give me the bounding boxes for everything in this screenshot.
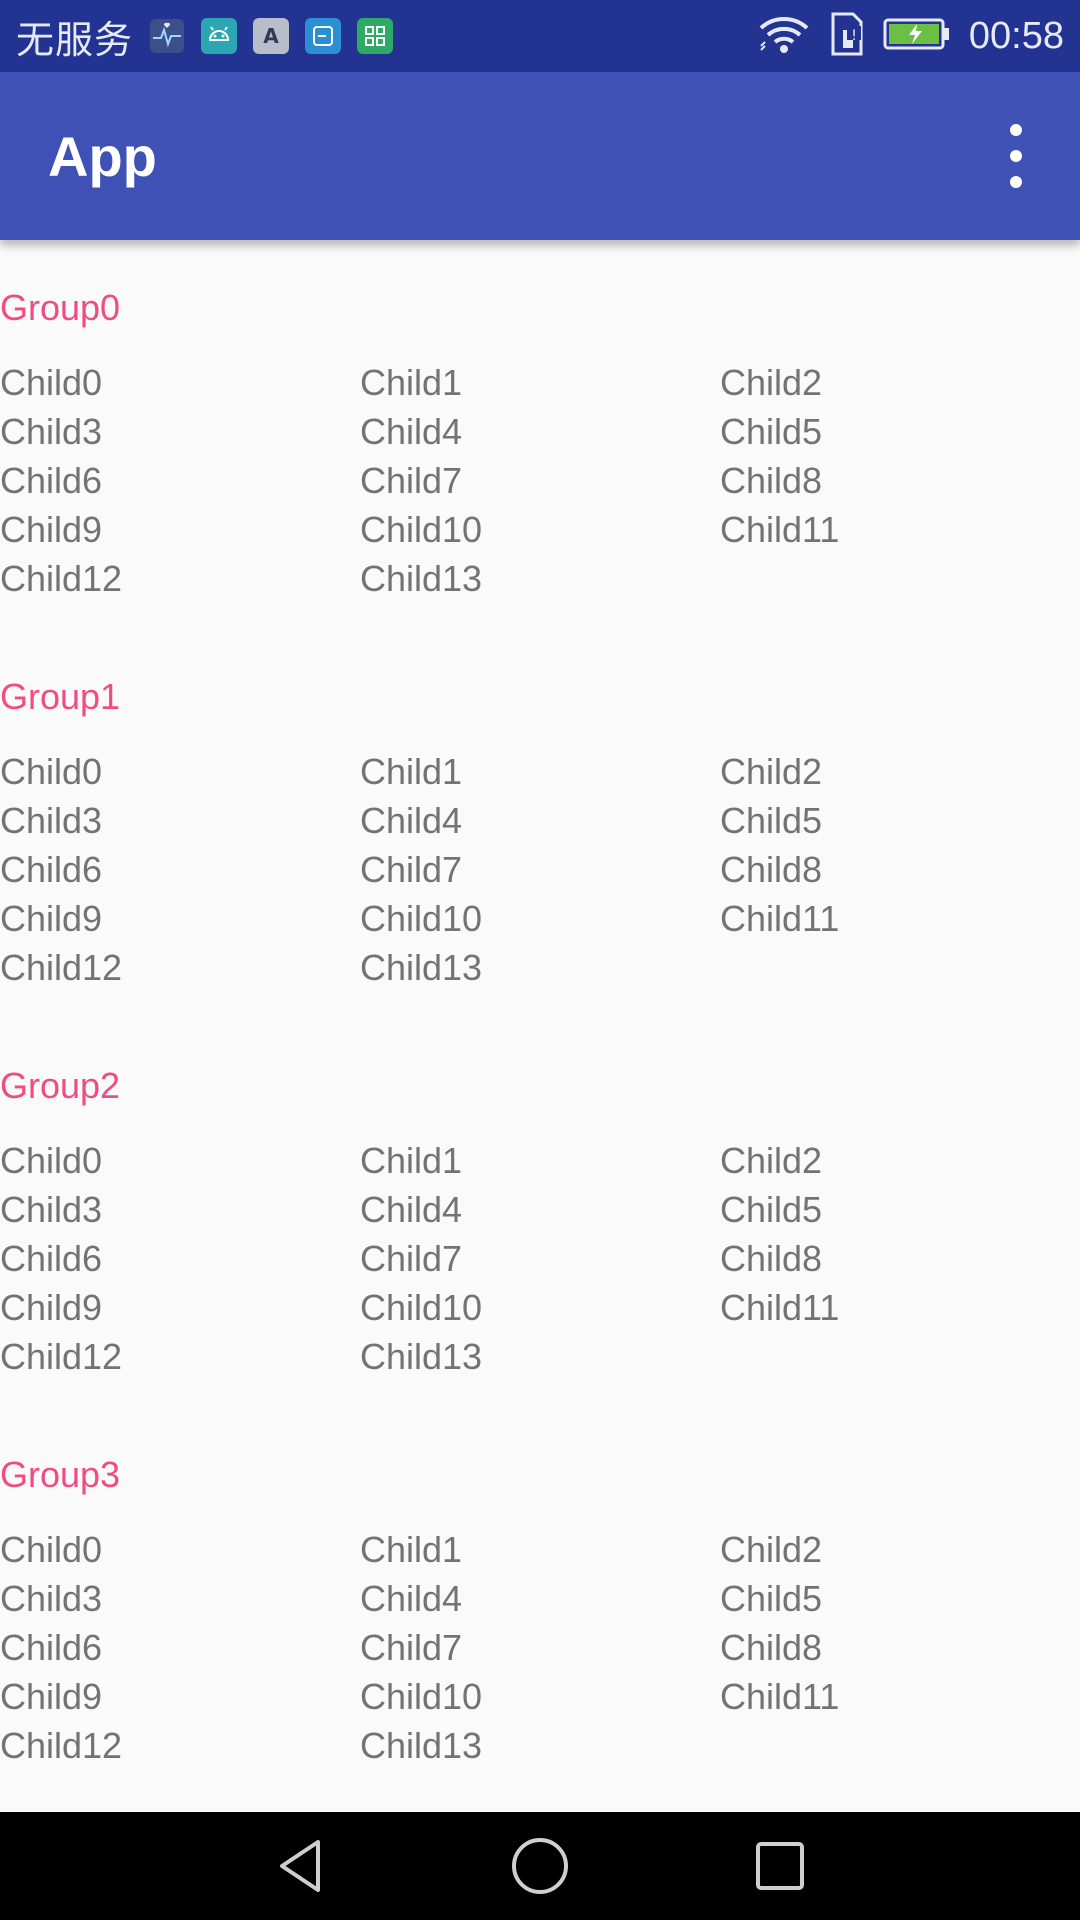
- child-item[interactable]: Child8: [720, 456, 1080, 505]
- list-group: Group3 Child0 Child1 Child2 Child3 Child4 Chil…: [0, 1425, 1080, 1798]
- status-bar: 无服务 A ! 00:58: [0, 0, 1080, 72]
- child-item[interactable]: Child6: [0, 456, 360, 505]
- child-item[interactable]: Child9: [0, 1283, 360, 1332]
- status-left: 无服务 A: [16, 0, 394, 72]
- child-item[interactable]: Child11: [720, 505, 1080, 554]
- child-item[interactable]: Child8: [720, 1623, 1080, 1672]
- child-item[interactable]: Child6: [0, 845, 360, 894]
- child-item[interactable]: Child12: [0, 1332, 360, 1381]
- app-bar: App: [0, 72, 1080, 240]
- child-item[interactable]: Child1: [360, 358, 720, 407]
- child-item[interactable]: Child3: [0, 796, 360, 845]
- list-group: Group0 Child0 Child1 Child2 Child3 Child4 Chil…: [0, 258, 1080, 631]
- child-item[interactable]: Child13: [360, 1332, 720, 1381]
- child-item[interactable]: Child4: [360, 407, 720, 456]
- child-item[interactable]: Child1: [360, 1136, 720, 1185]
- health-icon: [149, 18, 185, 54]
- child-item[interactable]: Child7: [360, 845, 720, 894]
- child-item[interactable]: Child13: [360, 1721, 720, 1770]
- child-item[interactable]: Child0: [0, 747, 360, 796]
- child-item[interactable]: Child4: [360, 796, 720, 845]
- child-item[interactable]: Child12: [0, 554, 360, 603]
- child-item[interactable]: Child1: [360, 747, 720, 796]
- child-item[interactable]: Child2: [720, 747, 1080, 796]
- child-grid: Child0 Child1 Child2 Child3 Child4 Child5 Chil…: [0, 358, 1080, 631]
- child-item[interactable]: Child4: [360, 1574, 720, 1623]
- child-item[interactable]: Child6: [0, 1234, 360, 1283]
- child-item[interactable]: Child9: [0, 1672, 360, 1721]
- child-item[interactable]: Child8: [720, 845, 1080, 894]
- child-item[interactable]: Child10: [360, 1672, 720, 1721]
- child-item[interactable]: Child0: [0, 1525, 360, 1574]
- child-item[interactable]: Child5: [720, 1574, 1080, 1623]
- child-item[interactable]: Child12: [0, 943, 360, 992]
- grid-icon: [357, 18, 394, 54]
- group-header[interactable]: Group0: [0, 258, 1080, 358]
- status-right: ! 00:58: [757, 0, 1064, 72]
- child-item[interactable]: Child7: [360, 456, 720, 505]
- back-icon[interactable]: [180, 1812, 420, 1920]
- recents-icon[interactable]: [660, 1812, 900, 1920]
- app-title: App: [48, 124, 157, 188]
- group-header[interactable]: Group1: [0, 647, 1080, 747]
- child-item[interactable]: Child3: [0, 1574, 360, 1623]
- child-item[interactable]: Child10: [360, 1283, 720, 1332]
- expandable-list[interactable]: Group0 Child0 Child1 Child2 Child3 Child4 Chil…: [0, 240, 1080, 1812]
- child-item[interactable]: Child3: [0, 407, 360, 456]
- wifi-icon: [757, 14, 811, 58]
- child-item[interactable]: Child13: [360, 554, 720, 603]
- overflow-menu-icon[interactable]: [992, 124, 1040, 188]
- svg-text:!: !: [851, 28, 857, 44]
- list-group: Group1 Child0 Child1 Child2 Child3 Child4 Chil…: [0, 647, 1080, 1020]
- child-item[interactable]: Child10: [360, 505, 720, 554]
- child-item[interactable]: Child0: [0, 1136, 360, 1185]
- battery-charging-icon: [883, 16, 951, 56]
- child-item[interactable]: Child11: [720, 1672, 1080, 1721]
- child-item[interactable]: Child11: [720, 894, 1080, 943]
- child-item[interactable]: Child2: [720, 1525, 1080, 1574]
- child-grid: Child0 Child1 Child2 Child3 Child4 Child5 Chil…: [0, 747, 1080, 1020]
- child-item[interactable]: Child9: [0, 894, 360, 943]
- font-icon: A: [253, 18, 290, 54]
- carrier-label: 无服务: [16, 17, 134, 62]
- child-grid: Child0 Child1 Child2 Child3 Child4 Child5 Chil…: [0, 1136, 1080, 1409]
- child-item[interactable]: Child3: [0, 1185, 360, 1234]
- group-header[interactable]: Group2: [0, 1036, 1080, 1136]
- home-icon[interactable]: [420, 1812, 660, 1920]
- child-item[interactable]: Child2: [720, 358, 1080, 407]
- group-header[interactable]: Group3: [0, 1425, 1080, 1525]
- child-item[interactable]: Child7: [360, 1623, 720, 1672]
- child-item[interactable]: Child2: [720, 1136, 1080, 1185]
- child-item[interactable]: Child4: [360, 1185, 720, 1234]
- child-item[interactable]: Child12: [0, 1721, 360, 1770]
- child-item[interactable]: Child7: [360, 1234, 720, 1283]
- child-item[interactable]: Child11: [720, 1283, 1080, 1332]
- list-group: Group2 Child0 Child1 Child2 Child3 Child4 Chil…: [0, 1036, 1080, 1409]
- child-item[interactable]: Child0: [0, 358, 360, 407]
- child-item[interactable]: Child9: [0, 505, 360, 554]
- child-item[interactable]: Child5: [720, 796, 1080, 845]
- sim-icon: !: [829, 12, 865, 60]
- child-item[interactable]: Child13: [360, 943, 720, 992]
- child-grid: Child0 Child1 Child2 Child3 Child4 Child5 Chil…: [0, 1525, 1080, 1798]
- android-icon: [201, 18, 238, 54]
- child-item[interactable]: Child1: [360, 1525, 720, 1574]
- child-item[interactable]: Child8: [720, 1234, 1080, 1283]
- child-item[interactable]: Child6: [0, 1623, 360, 1672]
- navigation-bar: [0, 1812, 1080, 1920]
- child-item[interactable]: Child5: [720, 407, 1080, 456]
- clock: 00:58: [968, 14, 1064, 57]
- app-icon: [305, 18, 342, 54]
- child-item[interactable]: Child5: [720, 1185, 1080, 1234]
- child-item[interactable]: Child10: [360, 894, 720, 943]
